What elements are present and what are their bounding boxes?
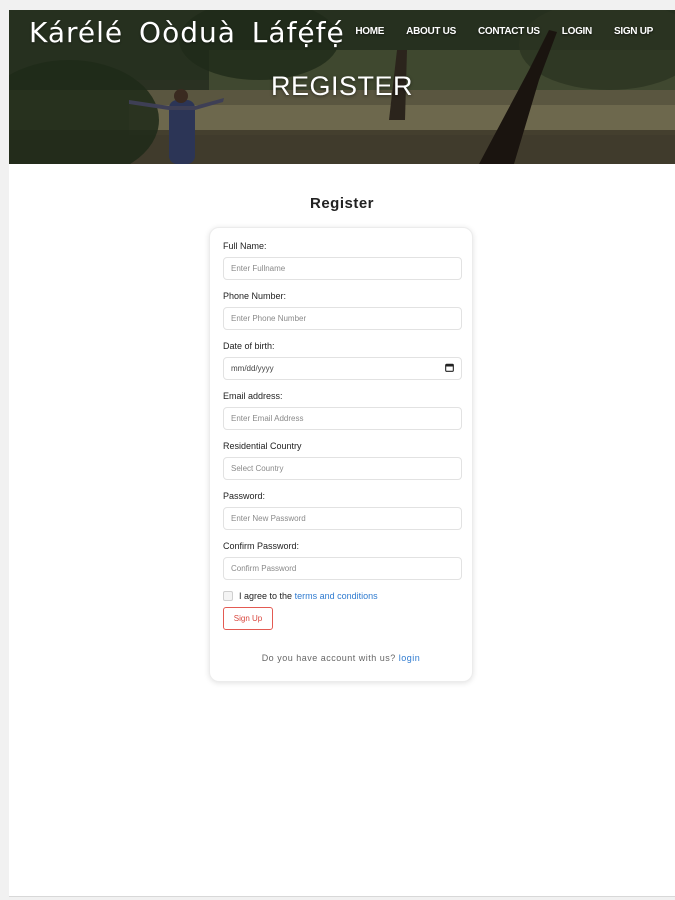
login-link[interactable]: login	[399, 653, 421, 663]
nav-sign-up[interactable]: SIGN UP	[614, 26, 653, 37]
email-field-group: Email address:	[223, 391, 462, 430]
terms-row: I agree to the terms and conditions	[223, 591, 459, 601]
password-field-group: Password:	[223, 491, 462, 530]
email-label: Email address:	[223, 391, 283, 401]
dob-date-picker[interactable]: mm/dd/yyyy	[223, 357, 462, 380]
hero-title: REGISTER	[270, 71, 414, 101]
phone-label: Phone Number:	[223, 291, 287, 301]
site-logo[interactable]: Kárélé Oòduà Láfẹ́fẹ́	[29, 16, 345, 49]
hero-banner: Kárélé Oòduà Láfẹ́fẹ́ HOME ABOUT US CONT…	[9, 10, 675, 164]
confirm-password-field-group: Confirm Password:	[223, 541, 462, 580]
confirm-password-label: Confirm Password:	[223, 541, 300, 551]
fullname-field-group: Full Name:	[223, 241, 462, 280]
phone-input[interactable]	[223, 307, 462, 330]
password-input[interactable]	[223, 507, 462, 530]
terms-checkbox[interactable]	[223, 591, 233, 601]
country-label: Residential Country	[223, 441, 302, 451]
country-field-group: Residential Country	[223, 441, 462, 480]
account-prompt-text: Do you have account with us?	[261, 653, 396, 663]
email-input[interactable]	[223, 407, 462, 430]
nav-about-us[interactable]: ABOUT US	[406, 26, 456, 37]
terms-prefix: I agree to the	[239, 591, 293, 601]
nav-home[interactable]: HOME	[355, 26, 384, 37]
nav-contact-us[interactable]: CONTACT US	[478, 26, 540, 37]
dob-label: Date of birth:	[223, 341, 275, 351]
page: Kárélé Oòduà Láfẹ́fẹ́ HOME ABOUT US CONT…	[9, 10, 675, 897]
password-label: Password:	[223, 491, 266, 501]
sign-up-button[interactable]: Sign Up	[223, 607, 273, 630]
country-select[interactable]	[223, 457, 462, 480]
terms-text: I agree to the terms and conditions	[239, 591, 378, 601]
fullname-label: Full Name:	[223, 241, 267, 251]
form-title: Register	[309, 195, 375, 212]
terms-link[interactable]: terms and conditions	[295, 591, 378, 601]
login-prompt: Do you have account with us? login	[210, 653, 472, 663]
register-form-card: Full Name: Phone Number: Date of birth: …	[209, 227, 473, 682]
phone-field-group: Phone Number:	[223, 291, 462, 330]
dob-field-group: Date of birth: mm/dd/yyyy	[223, 341, 462, 380]
dob-input[interactable]: mm/dd/yyyy	[223, 357, 462, 380]
calendar-icon[interactable]	[445, 363, 454, 372]
confirm-password-input[interactable]	[223, 557, 462, 580]
main-nav: HOME ABOUT US CONTACT US LOGIN SIGN UP	[355, 26, 653, 37]
fullname-input[interactable]	[223, 257, 462, 280]
nav-login[interactable]: LOGIN	[562, 26, 592, 37]
